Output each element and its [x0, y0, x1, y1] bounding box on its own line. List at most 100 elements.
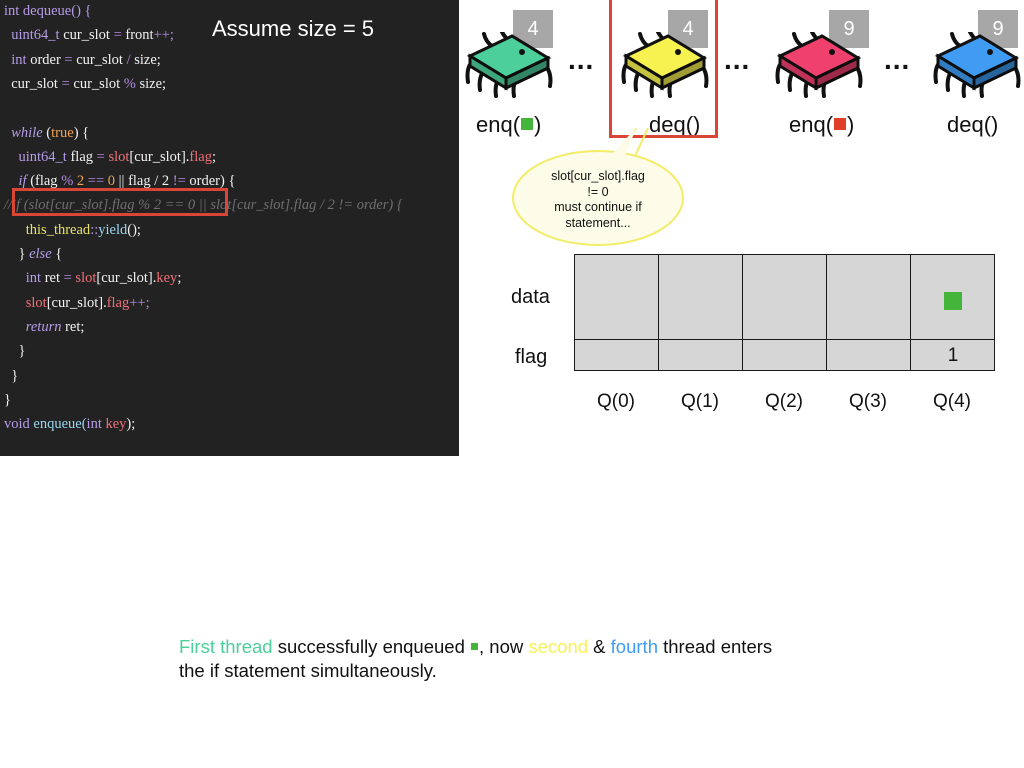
- op-name: enq(: [789, 112, 834, 137]
- dequeue-thread-highlight: [609, 0, 718, 138]
- code-token: =: [96, 148, 105, 165]
- column-label: Q(4): [933, 391, 971, 412]
- cpu-chip-icon: [462, 30, 554, 107]
- code-line: uint64_t cur_slot = front++;: [4, 26, 174, 44]
- code-token: ();: [127, 221, 141, 238]
- code-token: 0: [104, 173, 119, 190]
- code-token: key: [156, 270, 178, 287]
- code-token: =: [64, 51, 73, 68]
- code-line: return ret;: [4, 318, 85, 336]
- cpu-chip-icon: [772, 30, 864, 107]
- code-token: yield: [98, 221, 128, 238]
- code-token: =: [61, 75, 70, 92]
- bubble-line: slot[cur_slot].flag: [551, 169, 645, 183]
- ellipsis: ...: [568, 44, 595, 75]
- code-line: }: [4, 342, 26, 360]
- code-token: key: [101, 416, 127, 433]
- code-token: }: [4, 343, 26, 360]
- code-line: void enqueue(int key);: [4, 415, 135, 433]
- code-token: %: [61, 173, 74, 190]
- thread-op-label: deq(): [947, 112, 998, 138]
- code-token: cur_slot: [69, 75, 124, 92]
- code-token: slot: [71, 270, 97, 287]
- flag-cell: [658, 339, 743, 371]
- code-token: int: [4, 51, 27, 68]
- code-token: size;: [135, 75, 167, 92]
- key-square-icon: [834, 118, 847, 130]
- code-token: enqueue(: [29, 416, 87, 433]
- caption-line-2: the if statement simultaneously.: [179, 660, 437, 681]
- caption-text: thread enters: [657, 636, 773, 657]
- code-token: ret: [41, 270, 64, 287]
- code-token: cur_slot: [59, 27, 114, 44]
- caption: First thread successfully enqueued , now…: [179, 635, 772, 683]
- code-token: front: [121, 27, 154, 44]
- op-close: ): [847, 112, 855, 137]
- data-cell: [826, 254, 911, 340]
- code-token: [cur_slot].: [96, 270, 157, 287]
- commented-line-highlight: [12, 188, 228, 216]
- code-token: while: [4, 124, 43, 141]
- code-token: ;: [211, 148, 216, 165]
- code-token: uint64_t: [4, 148, 67, 165]
- code-token: [cur_slot].: [46, 294, 107, 311]
- code-line: int dequeue() {: [4, 2, 91, 20]
- code-token: {: [51, 246, 63, 262]
- code-token: slot: [4, 294, 47, 311]
- column-label: Q(3): [849, 391, 887, 412]
- caption-fourth: fourth: [610, 636, 658, 657]
- code-token: ) {: [73, 124, 90, 141]
- caption-text: &: [588, 636, 611, 657]
- code-token: int: [4, 270, 42, 287]
- code-token: ;: [177, 270, 182, 287]
- code-line: }: [4, 391, 11, 409]
- code-token: ==: [87, 173, 105, 190]
- code-line: uint64_t flag = slot[cur_slot].flag;: [4, 148, 216, 166]
- caption-text: , now: [479, 636, 529, 657]
- column-label: Q(1): [681, 391, 719, 412]
- flag-value: 1: [947, 345, 959, 366]
- code-token: order: [26, 51, 65, 68]
- code-token: if: [4, 173, 27, 190]
- flag-cell: [826, 339, 911, 371]
- code-line: slot[cur_slot].flag++;: [4, 294, 150, 312]
- code-token: this_thread: [4, 221, 91, 238]
- code-token: || flag / 2: [118, 173, 173, 190]
- code-token: }: [4, 246, 30, 262]
- green-square-icon: [471, 643, 479, 650]
- code-panel: int dequeue() { uint64_t cur_slot = fron…: [0, 0, 459, 456]
- flag-cell: [574, 339, 659, 371]
- ellipsis: ...: [884, 44, 911, 75]
- size-note: Assume size = 5: [212, 16, 375, 41]
- code-token: ++;: [153, 27, 174, 44]
- flag-cell: 1: [910, 339, 995, 371]
- code-token: =: [63, 270, 72, 287]
- data-cell: [742, 254, 827, 340]
- code-token: ret;: [61, 318, 85, 335]
- data-row-label: data: [511, 286, 550, 308]
- column-label: Q(2): [765, 391, 803, 412]
- code-line: } else {: [4, 245, 63, 263]
- code-token: int: [86, 416, 102, 433]
- code-token: else: [29, 246, 52, 262]
- queue-table: Q(0) Q(1) Q(2) Q(3) 1 Q(4): [574, 254, 995, 412]
- code-line: int ret = slot[cur_slot].key;: [4, 269, 182, 287]
- data-cell: [910, 254, 995, 340]
- bubble-line: must continue if: [554, 200, 642, 214]
- thread-op-label: enq(): [789, 112, 854, 138]
- code-token: [cur_slot].: [129, 148, 190, 165]
- code-token: %: [123, 75, 136, 92]
- code-token: }: [4, 391, 11, 408]
- code-token: cur_slot: [72, 51, 127, 68]
- code-token: flag: [106, 294, 130, 311]
- code-line: }: [4, 367, 18, 385]
- code-token: );: [126, 416, 136, 433]
- code-token: flag: [189, 148, 212, 165]
- code-token: (: [42, 124, 52, 141]
- code-token: =: [113, 27, 122, 44]
- cpu-chip-icon: [930, 30, 1022, 107]
- flag-row-label: flag: [515, 346, 548, 368]
- caption-second: second: [528, 636, 589, 657]
- caption-first-thread: First thread: [179, 636, 273, 657]
- key-square-icon: [944, 292, 962, 310]
